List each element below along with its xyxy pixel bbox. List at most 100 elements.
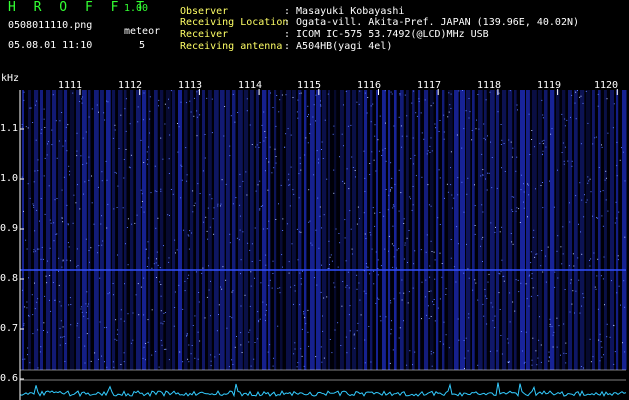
noise-dot — [464, 357, 466, 359]
noise-dot — [443, 321, 445, 323]
noise-dot — [364, 177, 366, 179]
noise-dot — [33, 251, 35, 253]
noise-dot — [455, 281, 457, 283]
spectrum-column — [268, 90, 271, 370]
noise-dot — [390, 187, 392, 189]
noise-dot — [552, 334, 554, 336]
noise-dot — [392, 266, 394, 268]
noise-dot — [433, 304, 435, 305]
noise-dot — [239, 204, 241, 206]
noise-dot — [114, 338, 116, 340]
noise-dot — [278, 111, 280, 113]
noise-dot — [347, 271, 349, 273]
noise-dot — [218, 314, 219, 315]
noise-dot — [379, 115, 381, 117]
noise-dot — [312, 116, 314, 118]
noise-dot — [490, 141, 491, 143]
noise-dot — [509, 292, 511, 294]
noise-dot — [370, 361, 372, 363]
noise-dot — [196, 116, 198, 118]
noise-dot — [480, 245, 481, 247]
noise-dot — [263, 140, 265, 142]
noise-dot — [415, 112, 417, 114]
noise-dot — [385, 122, 386, 124]
noise-dot — [251, 144, 253, 145]
noise-dot — [509, 321, 511, 323]
spectrum-column — [370, 90, 373, 370]
noise-dot — [418, 101, 420, 102]
noise-dot — [238, 239, 240, 241]
noise-dot — [82, 164, 84, 165]
noise-dot — [401, 146, 402, 148]
noise-dot — [572, 253, 574, 255]
noise-dot — [113, 366, 115, 368]
noise-dot — [153, 263, 155, 265]
spectrum-column — [244, 90, 249, 370]
noise-dot — [123, 352, 125, 354]
noise-dot — [219, 205, 221, 207]
noise-dot — [298, 173, 300, 175]
noise-dot — [49, 299, 50, 301]
noise-dot — [160, 188, 162, 190]
spectrum-column — [214, 90, 219, 370]
noise-dot — [439, 252, 441, 254]
noise-dot — [29, 197, 31, 199]
noise-dot — [601, 144, 602, 146]
noise-dot — [580, 95, 582, 97]
noise-dot — [616, 217, 618, 219]
noise-dot — [204, 157, 206, 159]
noise-dot — [466, 243, 467, 245]
noise-dot — [450, 184, 452, 186]
noise-dot — [122, 207, 124, 209]
noise-dot — [356, 288, 358, 290]
noise-dot — [458, 90, 460, 92]
noise-dot — [60, 305, 62, 307]
noise-dot — [564, 146, 566, 148]
noise-dot — [37, 367, 39, 369]
noise-dot — [586, 199, 588, 201]
noise-dot — [85, 131, 87, 133]
noise-dot — [69, 174, 70, 176]
noise-dot — [600, 191, 602, 193]
noise-dot — [456, 134, 458, 136]
noise-dot — [196, 135, 198, 137]
noise-dot — [560, 354, 561, 356]
noise-dot — [585, 90, 587, 92]
noise-dot — [43, 330, 44, 331]
noise-dot — [575, 195, 577, 197]
noise-dot — [542, 143, 544, 145]
noise-dot — [353, 333, 355, 335]
noise-dot — [206, 97, 208, 99]
noise-dot — [392, 207, 394, 209]
spectrum-column — [286, 90, 291, 370]
noise-dot — [126, 227, 128, 228]
noise-dot — [22, 289, 23, 291]
noise-dot — [68, 165, 70, 167]
noise-dot — [47, 143, 48, 145]
noise-dot — [163, 312, 165, 314]
noise-dot — [180, 164, 182, 166]
noise-dot — [308, 189, 310, 191]
noise-dot — [289, 205, 291, 207]
noise-dot — [100, 223, 102, 225]
noise-dot — [510, 141, 512, 143]
noise-dot — [124, 108, 126, 110]
noise-dot — [147, 159, 149, 161]
noise-dot — [56, 233, 58, 235]
noise-dot — [23, 99, 25, 101]
noise-dot — [256, 144, 258, 146]
noise-dot — [32, 203, 34, 205]
noise-dot — [36, 209, 38, 211]
noise-dot — [81, 96, 83, 98]
noise-dot — [468, 317, 470, 319]
noise-dot — [154, 190, 156, 192]
noise-dot — [523, 183, 524, 185]
noise-dot — [603, 256, 605, 258]
noise-dot — [270, 92, 271, 94]
noise-dot — [334, 329, 336, 331]
noise-dot — [31, 294, 33, 296]
noise-dot — [235, 197, 237, 199]
noise-dot — [229, 242, 231, 244]
noise-dot — [267, 351, 269, 353]
noise-dot — [359, 90, 361, 92]
